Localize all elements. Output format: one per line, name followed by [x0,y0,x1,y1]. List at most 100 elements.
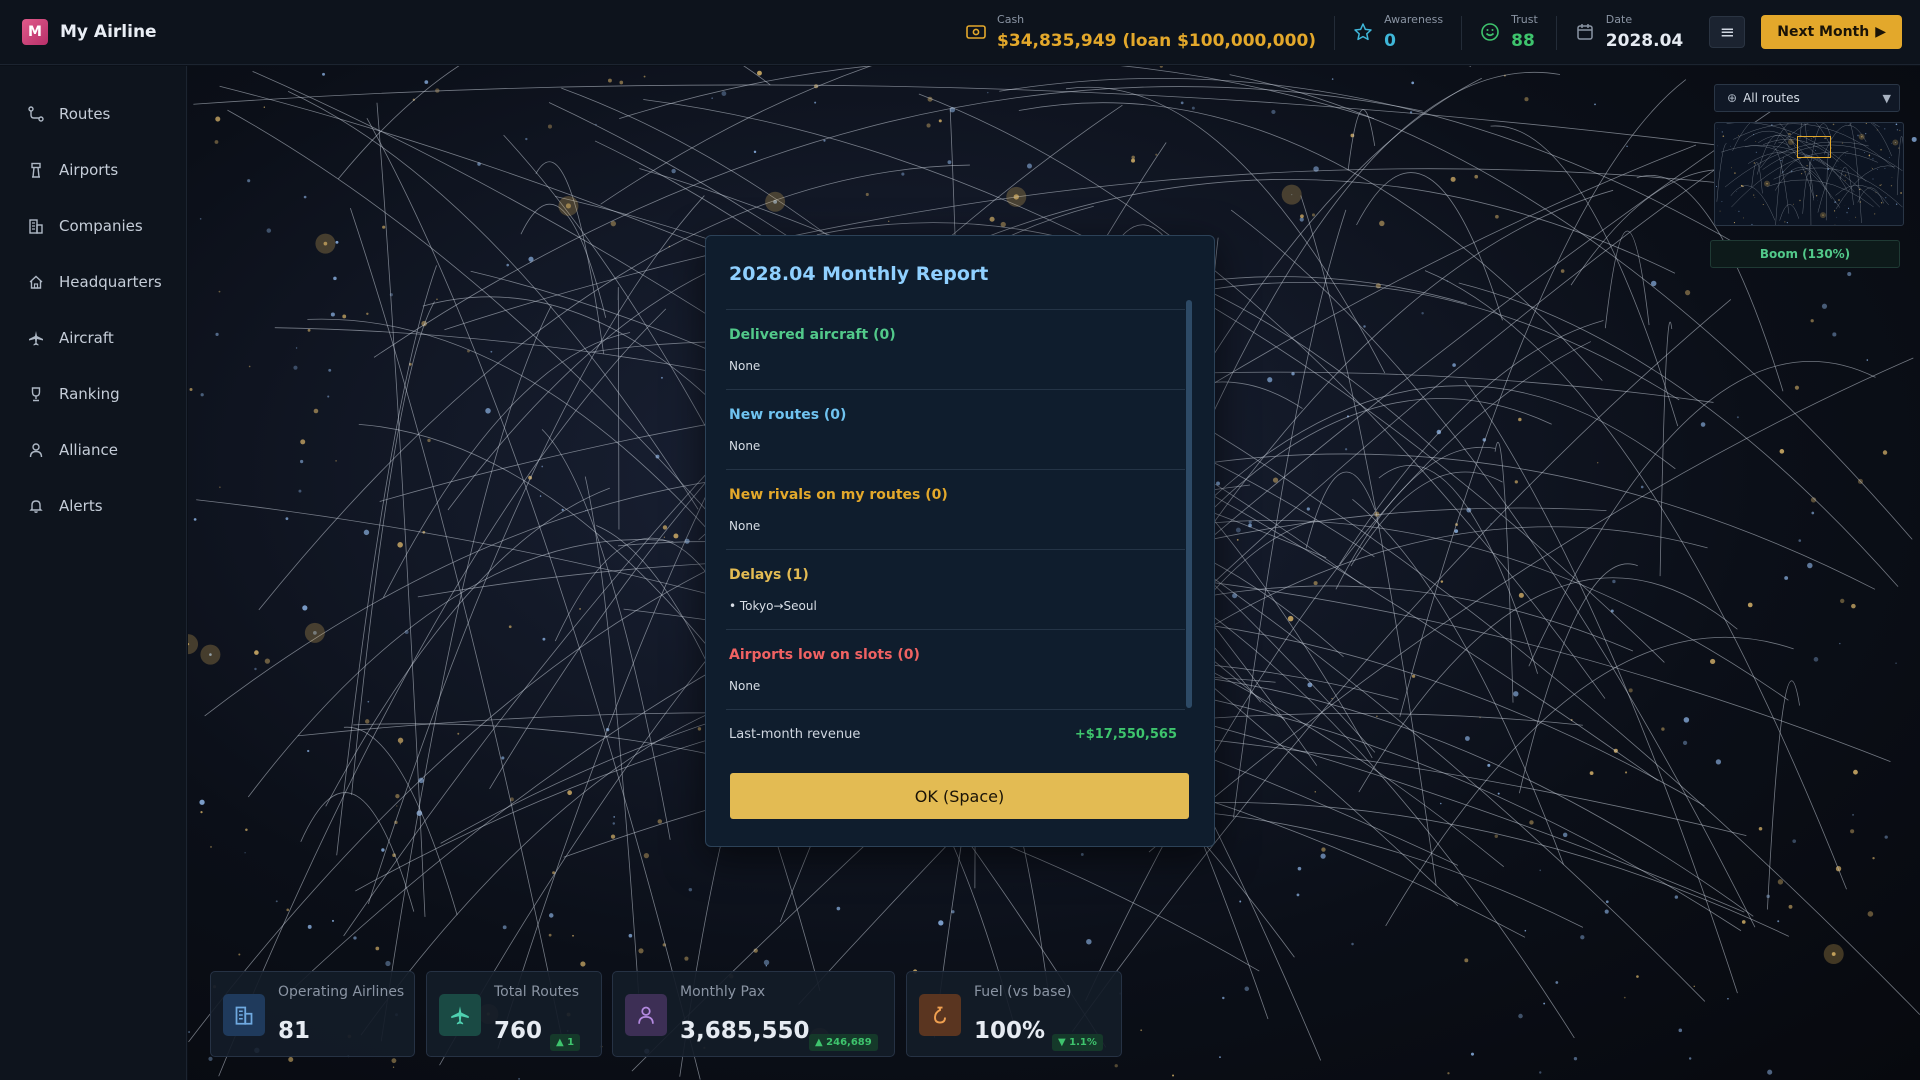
city-light [1573,1056,1578,1061]
sidebar-item-routes[interactable]: Routes [0,86,186,142]
star-icon [1352,21,1374,43]
city-light [1297,866,1302,871]
city-light [1470,1052,1475,1056]
stat-card-monthly-pax: Monthly Pax 3,685,550 ▲ 246,689 [612,971,895,1057]
city-light [1896,129,1898,131]
city-light [1844,174,1847,177]
city-light [485,408,491,414]
awareness-stat: Awareness 0 [1334,0,1461,64]
city-light [548,933,552,937]
card-value: 3,685,550 [680,1018,810,1044]
city-light [266,228,272,233]
city-light [1738,135,1739,136]
card-value: 760 [494,1018,543,1044]
globe-icon: ⊕ [1727,91,1738,105]
city-light [1762,203,1764,205]
date-label: Date [1605,13,1633,26]
city-light [1836,216,1838,218]
city-light [1693,985,1695,988]
city-light [1300,214,1304,219]
city-light [1798,539,1802,542]
sidebar-item-headquarters[interactable]: Headquarters [0,254,186,310]
sidebar-item-airports[interactable]: Airports [0,142,186,198]
city-light [763,959,770,966]
city-light [1447,1072,1450,1075]
card-label: Operating Airlines [278,984,405,1000]
city-light [1421,312,1424,315]
city-light [1311,213,1315,217]
chevron-down-icon: ▼ [1882,91,1891,105]
route-filter-select[interactable]: ⊕ All routes ▼ [1714,84,1900,112]
city-light [1080,853,1084,856]
route-line [358,423,716,656]
city-light [298,489,302,493]
city-light [1815,195,1818,197]
stat-card-fuel: Fuel (vs base) 100% ▼ 1.1% [906,971,1122,1057]
city-light [1524,97,1529,102]
city-light [1313,581,1318,586]
stat-card-operating-airlines: Operating Airlines 81 [210,971,415,1057]
city-light [263,106,265,108]
city-light [613,816,615,818]
sidebar-item-label: Airports [59,161,119,179]
city-light [1895,123,1898,126]
report-scrollbar[interactable] [1186,300,1192,708]
city-light [397,542,403,548]
city-light [1832,123,1835,126]
city-light [1524,929,1527,932]
city-light [1114,1064,1118,1068]
city-light [193,518,197,521]
sidebar-item-alerts[interactable]: Alerts [0,478,186,534]
menu-button[interactable]: ≡ [1709,16,1746,48]
city-light [1868,156,1870,158]
dialog-title: 2028.04 Monthly Report [729,263,989,285]
city-light [1753,162,1756,164]
city-light [307,749,310,753]
city-light [1755,140,1757,142]
city-light [418,777,424,784]
sidebar-item-companies[interactable]: Companies [0,198,186,254]
next-month-button[interactable]: Next Month ▶ [1761,15,1902,49]
city-light [547,124,553,129]
person-icon [27,441,45,459]
section-text: None [729,519,761,533]
city-light [1895,203,1898,205]
city-light [1736,416,1739,419]
city-light [1529,820,1534,825]
minimap-viewport[interactable] [1797,136,1831,158]
sidebar-item-alliance[interactable]: Alliance [0,422,186,478]
city-light [254,667,257,671]
city-light [1474,174,1479,179]
city-light [1810,319,1814,323]
city-light [548,913,554,918]
city-light [285,517,289,521]
city-light [1715,185,1718,187]
city-light [663,536,666,538]
minimap[interactable] [1714,122,1904,226]
calendar-icon [1574,21,1596,43]
scrollbar-thumb[interactable] [1186,300,1192,708]
ok-button[interactable]: OK (Space) [730,773,1189,819]
city-light [1514,480,1518,484]
route-line [383,332,631,598]
city-light [1626,145,1628,148]
city-light [1267,377,1273,383]
city-light [1674,895,1679,899]
city-light [753,150,757,154]
city-light [1780,159,1782,162]
city-light [457,732,460,735]
route-line [1518,563,1638,794]
sidebar-item-ranking[interactable]: Ranking [0,366,186,422]
city-light [1450,176,1456,182]
city-light [1636,975,1639,978]
building-icon [223,994,265,1036]
city-light [657,819,663,824]
city-light [1784,576,1789,580]
city-light [1873,213,1876,215]
city-light [926,123,931,128]
city-light [209,845,213,848]
sidebar-item-aircraft[interactable]: Aircraft [0,310,186,366]
city-light [1875,192,1877,194]
hub-glow [1823,944,1844,965]
city-light [1777,920,1780,923]
